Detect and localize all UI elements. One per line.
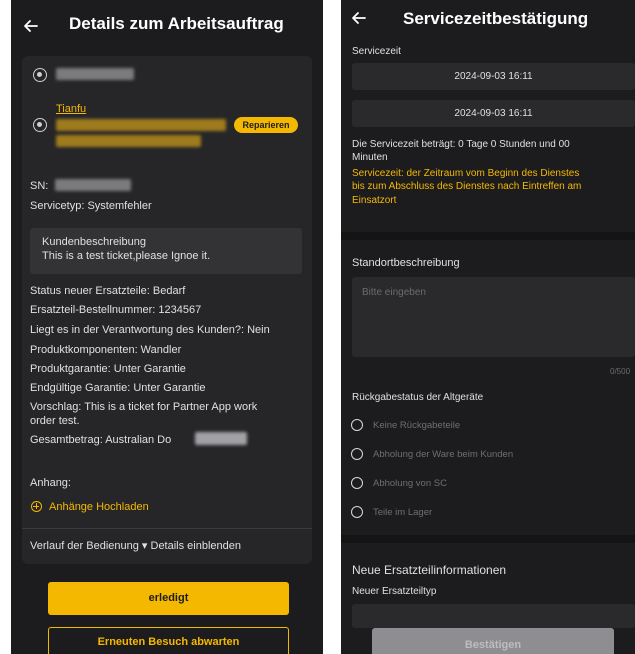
detail-line: order test. bbox=[30, 415, 80, 427]
return-status-label: Rückgabestatus der Altgeräte bbox=[352, 392, 484, 403]
repair-button[interactable]: Reparieren bbox=[234, 117, 298, 133]
sn-label: SN: bbox=[30, 180, 49, 192]
detail-line: Status neuer Ersatzteile: Bedarf bbox=[30, 285, 186, 297]
radio-button-icon[interactable] bbox=[351, 448, 363, 460]
return-option[interactable]: Keine Rückgabeteile bbox=[373, 420, 460, 431]
page-title: Servicezeitbestätigung bbox=[403, 9, 589, 28]
location-dot-icon bbox=[33, 118, 47, 132]
new-part-type-label: Neuer Ersatzteiltyp bbox=[352, 586, 437, 597]
detail-line: Produktgarantie: Unter Garantie bbox=[30, 363, 186, 375]
detail-line: Ersatzteil-Bestellnummer: 1234567 bbox=[30, 304, 202, 316]
location-placeholder: Bitte eingeben bbox=[362, 287, 426, 298]
service-type: Servicetyp: Systemfehler bbox=[30, 200, 152, 212]
section-divider bbox=[341, 535, 635, 543]
back-arrow-icon[interactable] bbox=[23, 18, 39, 34]
hint-line: Einsatzort bbox=[352, 195, 397, 206]
end-time-field[interactable]: 2024-09-03 16:11 bbox=[352, 100, 635, 127]
hint-line: bis zum Abschluss des Dienstes nach Eint… bbox=[352, 181, 582, 192]
total-amount: Gesamtbetrag: Australian Do bbox=[30, 434, 172, 446]
radio-button-icon[interactable] bbox=[351, 477, 363, 489]
plus-circle-icon[interactable] bbox=[31, 501, 42, 512]
divider bbox=[22, 528, 312, 529]
customer-description-text: This is a test ticket,please Ignoe it. bbox=[42, 250, 211, 262]
customer-description-title: Kundenbeschreibung bbox=[42, 236, 146, 248]
redacted-field bbox=[56, 68, 134, 80]
service-time-label: Servicezeit bbox=[352, 46, 401, 57]
confirm-button[interactable]: Bestätigen bbox=[372, 628, 614, 654]
redacted-sn bbox=[55, 179, 131, 191]
service-time-confirmation-screen: Servicezeitbestätigung Servicezeit 2024-… bbox=[341, 0, 635, 654]
page-title: Details zum Arbeitsauftrag bbox=[69, 14, 284, 33]
revisit-button[interactable]: Erneuten Besuch abwarten bbox=[48, 627, 289, 654]
contact-name[interactable]: Tianfu bbox=[56, 103, 86, 115]
attachment-label: Anhang: bbox=[30, 477, 71, 489]
redacted-address bbox=[56, 119, 226, 131]
hint-line: Servicezeit: der Zeitraum vom Beginn des… bbox=[352, 168, 580, 179]
return-option[interactable]: Teile im Lager bbox=[373, 507, 432, 518]
duration-text: Minuten bbox=[352, 152, 388, 163]
back-arrow-icon[interactable] bbox=[351, 10, 367, 26]
work-order-details-screen: Details zum Arbeitsauftrag Tianfu Repari… bbox=[11, 0, 323, 654]
radio-dot-icon bbox=[33, 68, 47, 82]
return-option[interactable]: Abholung der Ware beim Kunden bbox=[373, 449, 513, 460]
section-divider bbox=[341, 232, 635, 240]
return-option[interactable]: Abholung von SC bbox=[373, 478, 447, 489]
header: Servicezeitbestätigung bbox=[341, 0, 635, 40]
location-textarea[interactable]: Bitte eingeben bbox=[352, 277, 635, 357]
location-label: Standortbeschreibung bbox=[352, 257, 460, 269]
radio-button-icon[interactable] bbox=[351, 419, 363, 431]
detail-line: Produktkomponenten: Wandler bbox=[30, 344, 182, 356]
new-part-type-select[interactable] bbox=[352, 604, 635, 628]
start-time-field[interactable]: 2024-09-03 16:11 bbox=[352, 63, 635, 90]
history-toggle[interactable]: Verlauf der Bedienung ▾ Details einblend… bbox=[30, 539, 241, 552]
upload-attachments-link[interactable]: Anhänge Hochladen bbox=[49, 501, 149, 513]
char-count: 0/500 bbox=[610, 367, 631, 376]
redacted-amount bbox=[195, 432, 247, 445]
radio-button-icon[interactable] bbox=[351, 506, 363, 518]
done-button[interactable]: erledigt bbox=[48, 582, 289, 615]
customer-description-box: Kundenbeschreibung This is a test ticket… bbox=[30, 228, 302, 274]
detail-line: Liegt es in der Verantwortung des Kunden… bbox=[30, 324, 270, 336]
duration-text: Die Servicezeit beträgt: 0 Tage 0 Stunde… bbox=[352, 139, 570, 150]
redacted-address bbox=[56, 135, 201, 147]
header: Details zum Arbeitsauftrag bbox=[11, 0, 323, 50]
detail-line: Endgültige Garantie: Unter Garantie bbox=[30, 382, 206, 394]
detail-line: Vorschlag: This is a ticket for Partner … bbox=[30, 401, 258, 413]
new-parts-title: Neue Ersatzteilinformationen bbox=[352, 563, 507, 577]
